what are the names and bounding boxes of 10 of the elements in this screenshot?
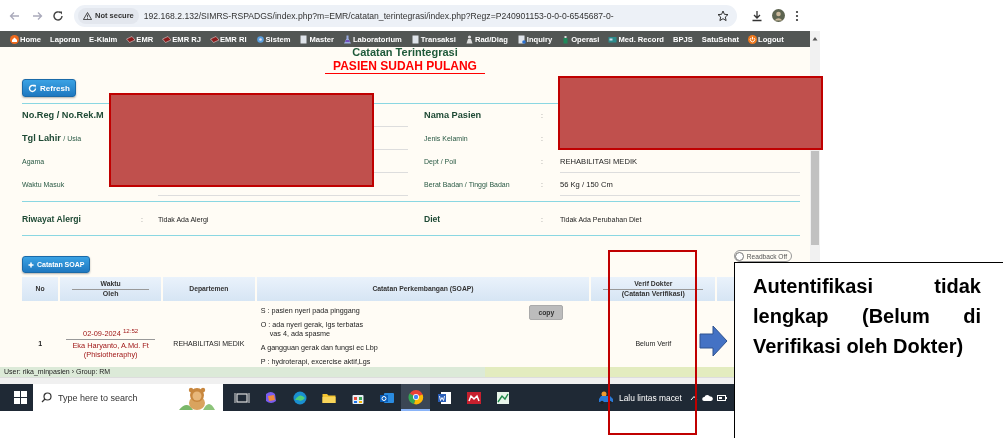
callout-text: Autentifikasi tidak lengkap (Belum di Verifikasi oleh Dokter): [734, 262, 1003, 438]
field-label: No.Reg / No.Rek.M: [22, 110, 104, 120]
traffic-status: Lalu lintas macet: [619, 392, 682, 403]
discharge-status: PASIEN SUDAH PULANG: [325, 60, 485, 74]
url-text: 192.168.2.132/SIMRS-RSPADGS/index.php?m=EMR/catatan_terintegrasi/index.php?Regz=P240901153-0-0-0-6545687-0-: [143, 10, 615, 21]
field-label: Nama Pasien: [424, 110, 482, 120]
page-title: Catatan Terintegrasi: [352, 47, 458, 58]
field-label: Diet: [424, 214, 441, 224]
refresh-button[interactable]: Refresh: [22, 79, 76, 97]
field-label: Riwayat Alergi: [22, 214, 81, 224]
